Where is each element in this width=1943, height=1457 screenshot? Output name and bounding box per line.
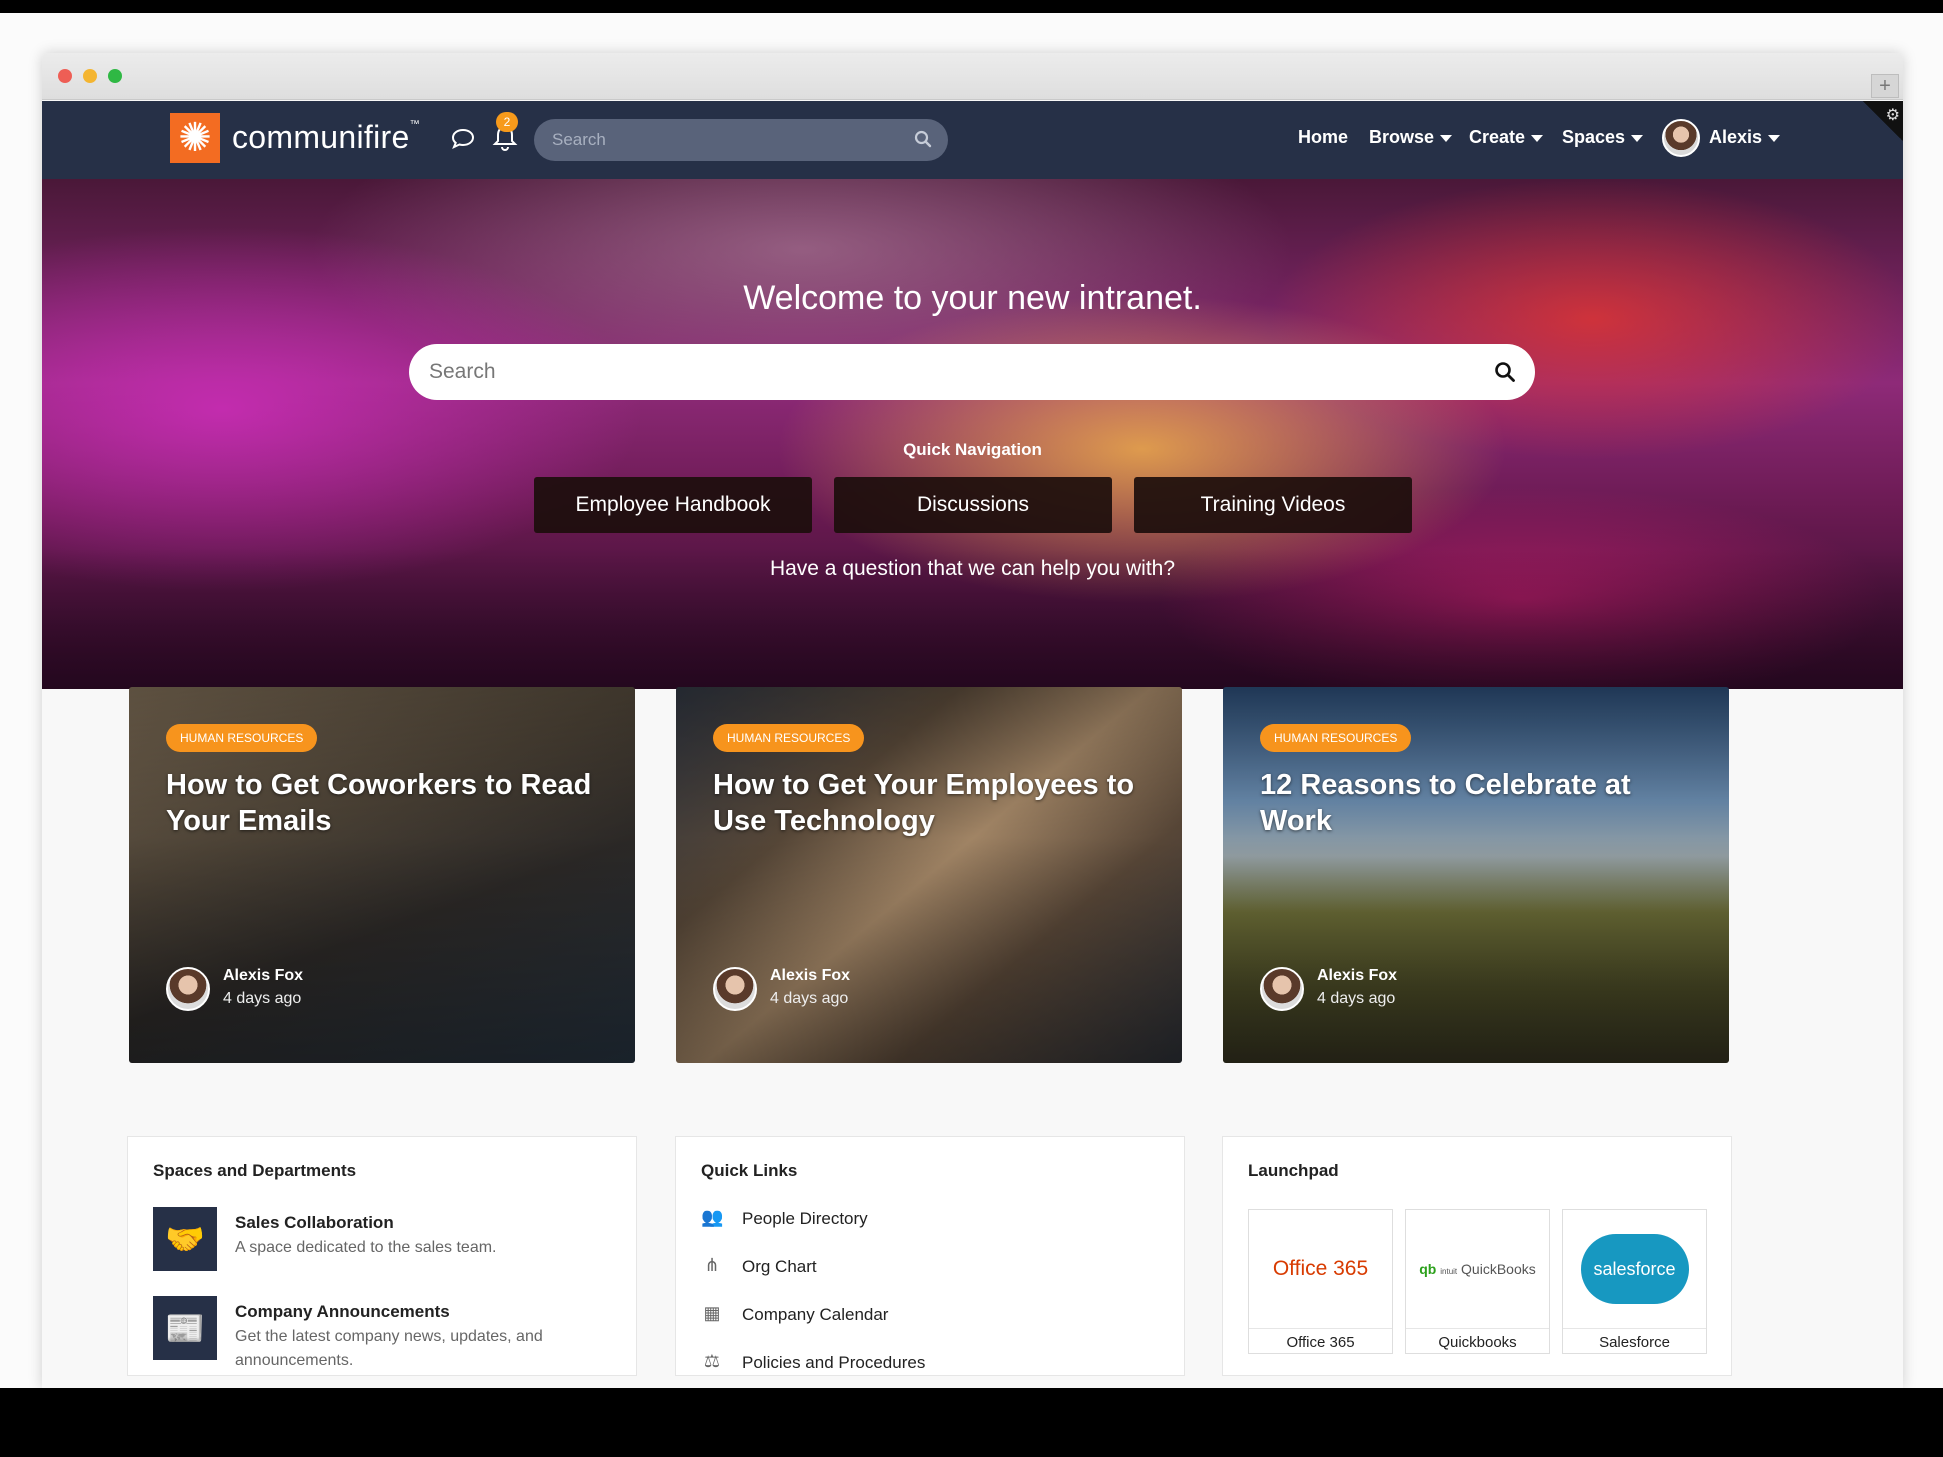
quick-link-policies[interactable]: Policies and Procedures xyxy=(742,1353,925,1373)
top-letterbox xyxy=(0,0,1943,13)
quick-links-panel: Quick Links 👥 People Directory ⋔ Org Cha… xyxy=(675,1136,1185,1376)
nav-spaces-label: Spaces xyxy=(1562,127,1626,147)
brand-logo[interactable]: communifire™ xyxy=(232,119,420,156)
article-title[interactable]: How to Get Your Employees to Use Technol… xyxy=(713,767,1153,839)
article-author[interactable]: Alexis Fox xyxy=(770,967,850,985)
article-card[interactable]: HUMAN RESOURCES How to Get Your Employee… xyxy=(676,687,1182,1063)
browser-titlebar: + xyxy=(42,53,1903,100)
chevron-down-icon xyxy=(1440,134,1453,142)
close-window-button[interactable] xyxy=(58,69,72,83)
panel-title: Quick Links xyxy=(701,1161,798,1180)
new-tab-button[interactable]: + xyxy=(1871,74,1899,98)
quick-navigation-label: Quick Navigation xyxy=(903,440,1042,459)
notification-count-badge: 2 xyxy=(496,112,518,132)
article-title[interactable]: 12 Reasons to Celebrate at Work xyxy=(1260,767,1700,839)
article-card[interactable]: HUMAN RESOURCES 12 Reasons to Celebrate … xyxy=(1223,687,1729,1063)
bottom-letterbox xyxy=(0,1388,1943,1457)
quick-link-company-calendar[interactable]: Company Calendar xyxy=(742,1305,888,1325)
employee-handbook-button[interactable]: Employee Handbook xyxy=(534,477,812,533)
people-icon: 👥 xyxy=(701,1207,724,1227)
panel-title: Spaces and Departments xyxy=(153,1161,357,1180)
avatar[interactable] xyxy=(166,967,210,1011)
help-question-text: Have a question that we can help you wit… xyxy=(769,557,1176,580)
article-title[interactable]: How to Get Coworkers to Read Your Emails xyxy=(166,767,606,839)
article-card[interactable]: HUMAN RESOURCES How to Get Coworkers to … xyxy=(129,687,635,1063)
panel-title: Launchpad xyxy=(1248,1161,1339,1180)
nav-create-label: Create xyxy=(1469,127,1526,147)
hero-banner: Welcome to your new intranet. Quick Navi… xyxy=(42,179,1903,689)
launchpad-tile-office365[interactable]: Office 365 Office 365 xyxy=(1248,1209,1393,1354)
article-author[interactable]: Alexis Fox xyxy=(223,967,303,985)
space-description: Get the latest company news, updates, an… xyxy=(235,1328,543,1369)
quick-link-people-directory[interactable]: People Directory xyxy=(742,1209,868,1229)
scales-icon: ⚖ xyxy=(703,1351,721,1371)
nav-create-menu[interactable]: Create xyxy=(1469,127,1544,148)
launchpad-tile-salesforce[interactable]: salesforce Salesforce xyxy=(1562,1209,1707,1354)
launchpad-tile-quickbooks[interactable]: qb intuit QuickBooks Quickbooks xyxy=(1405,1209,1550,1354)
newspaper-icon[interactable]: 📰 xyxy=(153,1296,217,1360)
nav-browse-menu[interactable]: Browse xyxy=(1369,127,1453,148)
avatar[interactable] xyxy=(713,967,757,1011)
communifire-logo-icon[interactable]: ✺ xyxy=(170,113,220,163)
minimize-window-button[interactable] xyxy=(83,69,97,83)
category-badge[interactable]: HUMAN RESOURCES xyxy=(166,724,318,752)
app-name: Quickbooks xyxy=(1406,1328,1549,1351)
desktop-background: + ✺ communifire™ 2 Home Browse Create Sp… xyxy=(0,13,1943,1388)
quickbooks-logo: qb intuit QuickBooks xyxy=(1406,1210,1549,1328)
nav-home-link[interactable]: Home xyxy=(1298,127,1348,148)
space-name[interactable]: Sales Collaboration xyxy=(235,1213,394,1233)
hero-search-input[interactable] xyxy=(409,344,1535,400)
office365-logo: Office 365 xyxy=(1249,1210,1392,1328)
discussions-button[interactable]: Discussions xyxy=(834,477,1112,533)
maximize-window-button[interactable] xyxy=(108,69,122,83)
handshake-icon[interactable]: 🤝 xyxy=(153,1207,217,1271)
salesforce-logo-text: salesforce xyxy=(1580,1234,1689,1304)
quickbooks-logo-text: qb intuit QuickBooks xyxy=(1419,1261,1536,1277)
gear-icon[interactable]: ⚙ xyxy=(1886,105,1900,125)
quick-link-org-chart[interactable]: Org Chart xyxy=(742,1257,817,1277)
chevron-down-icon xyxy=(1768,134,1781,142)
chevron-down-icon xyxy=(1531,134,1544,142)
space-name[interactable]: Company Announcements xyxy=(235,1302,450,1322)
chat-icon[interactable] xyxy=(449,125,477,153)
user-avatar[interactable] xyxy=(1662,119,1700,157)
nav-browse-label: Browse xyxy=(1369,127,1435,147)
article-author[interactable]: Alexis Fox xyxy=(1317,967,1397,985)
salesforce-logo: salesforce xyxy=(1563,1210,1706,1328)
office365-logo-text: Office 365 xyxy=(1272,1257,1369,1280)
org-chart-icon: ⋔ xyxy=(704,1255,720,1275)
user-menu[interactable]: Alexis xyxy=(1709,127,1781,148)
search-icon[interactable] xyxy=(914,130,932,148)
article-time: 4 days ago xyxy=(223,990,302,1007)
category-badge[interactable]: HUMAN RESOURCES xyxy=(713,724,865,752)
nav-spaces-menu[interactable]: Spaces xyxy=(1562,127,1644,148)
avatar[interactable] xyxy=(1260,967,1304,1011)
app-name: Office 365 xyxy=(1249,1328,1392,1351)
training-videos-button[interactable]: Training Videos xyxy=(1134,477,1412,533)
top-navbar: ✺ communifire™ 2 Home Browse Create Spac… xyxy=(42,101,1903,179)
article-time: 4 days ago xyxy=(770,990,849,1007)
article-time: 4 days ago xyxy=(1317,990,1396,1007)
space-description: A space dedicated to the sales team. xyxy=(235,1239,497,1256)
chevron-down-icon xyxy=(1631,134,1644,142)
app-name: Salesforce xyxy=(1563,1328,1706,1351)
hero-title: Welcome to your new intranet. xyxy=(743,279,1202,317)
search-icon[interactable] xyxy=(1494,361,1516,383)
launchpad-panel: Launchpad Office 365 Office 365 qb intui… xyxy=(1222,1136,1732,1376)
navbar-search-input[interactable] xyxy=(534,119,948,161)
spaces-panel: Spaces and Departments 🤝 Sales Collabora… xyxy=(127,1136,637,1376)
user-name-label: Alexis xyxy=(1709,127,1763,147)
category-badge[interactable]: HUMAN RESOURCES xyxy=(1260,724,1412,752)
calendar-icon: ▦ xyxy=(703,1303,721,1323)
